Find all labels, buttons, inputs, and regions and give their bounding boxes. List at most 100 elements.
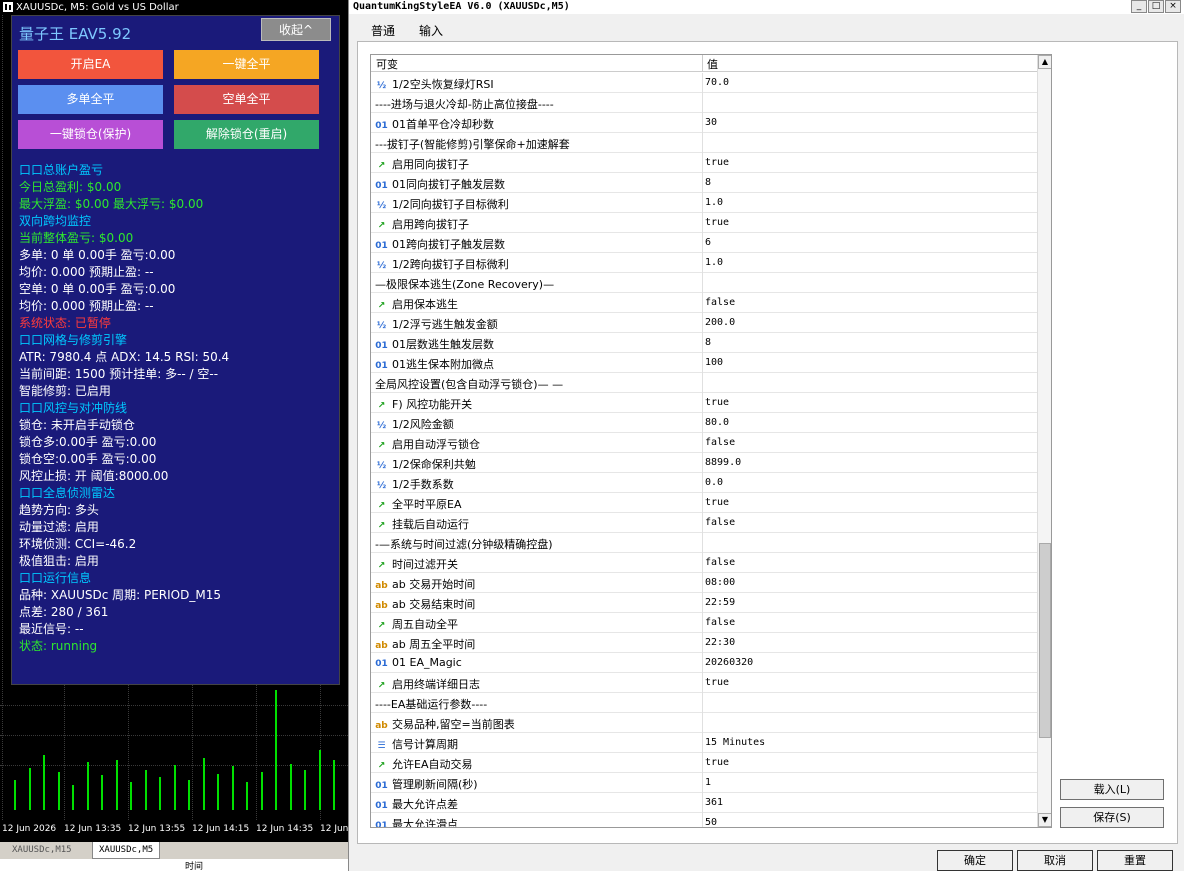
parameter-value[interactable]: false <box>705 617 735 628</box>
parameter-value[interactable]: 15 Minutes <box>705 737 765 748</box>
parameter-value[interactable]: 1.0 <box>705 257 723 268</box>
parameter-value[interactable]: false <box>705 297 735 308</box>
chart-gridline <box>0 705 348 706</box>
close-all-button[interactable]: 一键全平 <box>174 50 319 79</box>
parameter-value[interactable]: 1.0 <box>705 197 723 208</box>
close-short-button[interactable]: 空单全平 <box>174 85 319 114</box>
parameter-section-row[interactable]: -—系统与时间过滤(分钟级精确控盘) <box>371 533 1037 553</box>
parameter-value[interactable]: true <box>705 217 729 228</box>
scroll-up-icon[interactable]: ▲ <box>1038 55 1051 69</box>
parameter-row[interactable]: ab 交易品种,留空=当前图表 <box>371 713 1037 733</box>
parameter-row[interactable]: ½ 1/2跨向拔钉子目标微利 1.0 <box>371 253 1037 273</box>
parameter-row[interactable]: ↗ 启用同向拔钉子 true <box>371 153 1037 173</box>
parameter-row[interactable]: ½ 1/2空头恢复绿灯RSI 70.0 <box>371 73 1037 93</box>
parameter-section-row[interactable]: ----进场与退火冷却-防止高位接盘---- <box>371 93 1037 113</box>
cell-divider <box>702 133 703 153</box>
parameter-row[interactable]: ↗ 挂载后自动运行 false <box>371 513 1037 533</box>
parameter-value[interactable]: 30 <box>705 117 717 128</box>
parameter-row[interactable]: 01 01同向拔钉子触发层数 8 <box>371 173 1037 193</box>
parameter-row[interactable]: ↗ F) 风控功能开关 true <box>371 393 1037 413</box>
parameter-value[interactable]: true <box>705 397 729 408</box>
column-header-name[interactable]: 可变 <box>376 56 398 72</box>
maximize-icon[interactable]: □ <box>1148 0 1164 13</box>
parameter-value[interactable]: 80.0 <box>705 417 729 428</box>
cancel-button[interactable]: 取消 <box>1017 850 1093 871</box>
parameter-value[interactable]: 8 <box>705 177 711 188</box>
parameter-value[interactable]: 22:59 <box>705 597 735 608</box>
unlock-hedge-button[interactable]: 解除锁仓(重启) <box>174 120 319 149</box>
cell-divider <box>702 253 703 273</box>
parameter-row[interactable]: ↗ 允许EA自动交易 true <box>371 753 1037 773</box>
column-header-value[interactable]: 值 <box>707 56 718 72</box>
minimize-icon[interactable]: _ <box>1131 0 1147 13</box>
collapse-button[interactable]: 收起^ <box>261 18 331 41</box>
parameter-name: ---拔钉子(智能修剪)引擎保命+加速解套 <box>375 136 570 152</box>
parameter-value[interactable]: true <box>705 157 729 168</box>
parameter-row[interactable]: ab ab 交易结束时间 22:59 <box>371 593 1037 613</box>
parameter-value[interactable]: true <box>705 757 729 768</box>
parameter-row[interactable]: ½ 1/2手数系数 0.0 <box>371 473 1037 493</box>
parameter-row[interactable]: ↗ 时间过滤开关 false <box>371 553 1037 573</box>
parameter-row[interactable]: 01 01跨向拔钉子触发层数 6 <box>371 233 1037 253</box>
scroll-thumb[interactable] <box>1039 543 1051 738</box>
parameter-value[interactable]: 200.0 <box>705 317 735 328</box>
parameter-value[interactable]: 1 <box>705 777 711 788</box>
parameter-value[interactable]: false <box>705 557 735 568</box>
tab-inputs[interactable]: 输入 <box>419 22 444 43</box>
parameter-section-row[interactable]: ----EA基础运行参数---- <box>371 693 1037 713</box>
parameter-value[interactable]: 50 <box>705 817 717 827</box>
parameter-row[interactable]: ½ 1/2保命保利共勉 8899.0 <box>371 453 1037 473</box>
parameter-value[interactable]: 361 <box>705 797 723 808</box>
parameter-value[interactable]: true <box>705 497 729 508</box>
parameter-row[interactable]: ↗ 启用保本逃生 false <box>371 293 1037 313</box>
column-divider[interactable] <box>702 55 703 71</box>
parameter-section-row[interactable]: —极限保本逃生(Zone Recovery)— <box>371 273 1037 293</box>
reset-button[interactable]: 重置 <box>1097 850 1173 871</box>
close-icon[interactable]: × <box>1165 0 1181 13</box>
parameter-row[interactable]: ½ 1/2浮亏逃生触发金额 200.0 <box>371 313 1037 333</box>
parameter-row[interactable]: 01 01 EA_Magic 20260320 <box>371 653 1037 673</box>
parameter-row[interactable]: 01 最大允许滑点 50 <box>371 813 1037 827</box>
parameter-value[interactable]: 70.0 <box>705 77 729 88</box>
parameter-row[interactable]: ☰ 信号计算周期 15 Minutes <box>371 733 1037 753</box>
parameter-row[interactable]: 01 01首单平仓冷却秒数 30 <box>371 113 1037 133</box>
parameter-value[interactable]: 08:00 <box>705 577 735 588</box>
parameter-value[interactable]: 0.0 <box>705 477 723 488</box>
tab-common[interactable]: 普通 <box>371 22 395 39</box>
parameter-row[interactable]: ↗ 全平时平原EA true <box>371 493 1037 513</box>
vertical-scrollbar[interactable]: ▲ ▼ <box>1037 55 1051 827</box>
chart-tab-m5[interactable]: XAUUSDc,M5 <box>92 842 161 859</box>
start-ea-button[interactable]: 开启EA <box>18 50 163 79</box>
ok-button[interactable]: 确定 <box>937 850 1013 871</box>
parameter-row[interactable]: 01 01层数逃生触发层数 8 <box>371 333 1037 353</box>
parameter-value[interactable]: 20260320 <box>705 657 753 668</box>
parameter-row[interactable]: ½ 1/2风险金额 80.0 <box>371 413 1037 433</box>
save-button[interactable]: 保存(S) <box>1060 807 1164 828</box>
parameter-row[interactable]: 01 最大允许点差 361 <box>371 793 1037 813</box>
parameter-row[interactable]: 01 01逃生保本附加微点 100 <box>371 353 1037 373</box>
cell-divider <box>702 153 703 173</box>
parameter-value[interactable]: 100 <box>705 357 723 368</box>
lock-hedge-button[interactable]: 一键锁仓(保护) <box>18 120 163 149</box>
scroll-down-icon[interactable]: ▼ <box>1038 813 1051 827</box>
chart-tab-m15[interactable]: XAUUSDc,M15 <box>6 842 78 858</box>
close-long-button[interactable]: 多单全平 <box>18 85 163 114</box>
parameter-value[interactable]: false <box>705 437 735 448</box>
parameter-value[interactable]: true <box>705 677 729 688</box>
parameter-row[interactable]: 01 管理刷新间隔(秒) 1 <box>371 773 1037 793</box>
parameter-row[interactable]: ½ 1/2同向拔钉子目标微利 1.0 <box>371 193 1037 213</box>
parameter-value[interactable]: 6 <box>705 237 711 248</box>
parameter-value[interactable]: 8899.0 <box>705 457 741 468</box>
parameter-value[interactable]: 22:30 <box>705 637 735 648</box>
parameter-row[interactable]: ab ab 交易开始时间 08:00 <box>371 573 1037 593</box>
load-button[interactable]: 载入(L) <box>1060 779 1164 800</box>
parameter-row[interactable]: ↗ 启用终端详细日志 true <box>371 673 1037 693</box>
parameter-row[interactable]: ↗ 周五自动全平 false <box>371 613 1037 633</box>
parameter-value[interactable]: 8 <box>705 337 711 348</box>
parameter-row[interactable]: ab ab 周五全平时间 22:30 <box>371 633 1037 653</box>
parameter-row[interactable]: ↗ 启用自动浮亏锁仓 false <box>371 433 1037 453</box>
parameter-row[interactable]: ↗ 启用跨向拔钉子 true <box>371 213 1037 233</box>
parameter-value[interactable]: false <box>705 517 735 528</box>
parameter-section-row[interactable]: ---拔钉子(智能修剪)引擎保命+加速解套 <box>371 133 1037 153</box>
parameter-section-row[interactable]: 全局风控设置(包含自动浮亏锁仓)— — <box>371 373 1037 393</box>
